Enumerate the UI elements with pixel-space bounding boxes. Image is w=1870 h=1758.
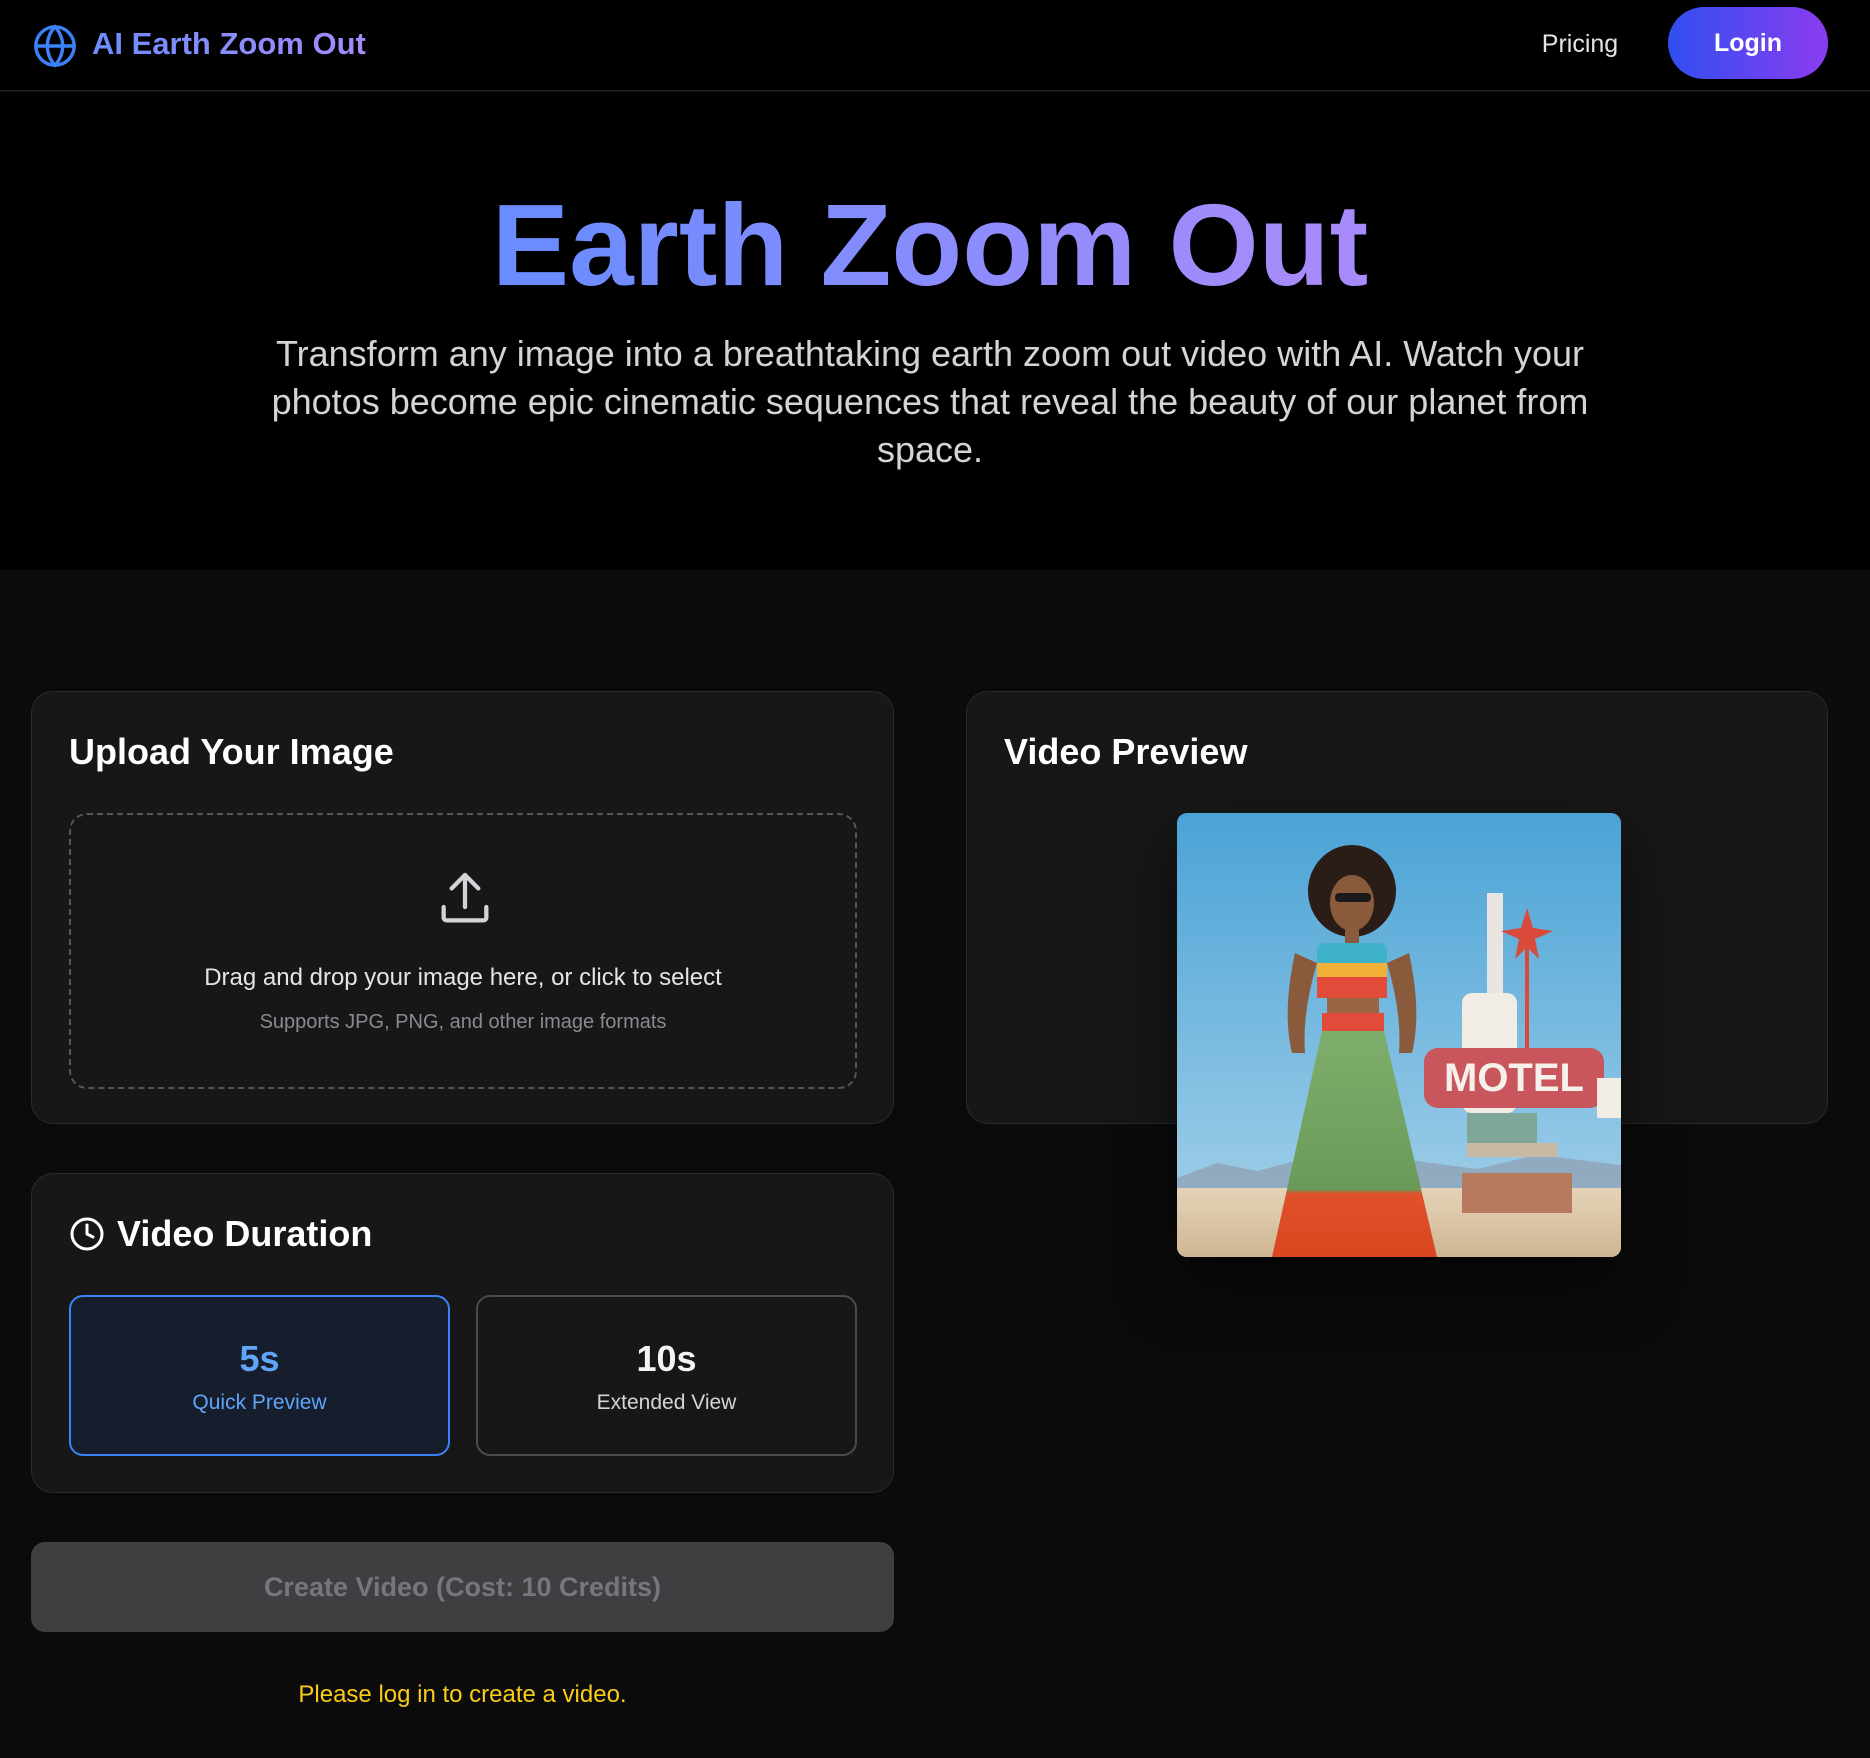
duration-label: Extended View [596,1391,737,1414]
main-content: Upload Your Image Drag and drop your ima… [0,570,1870,1758]
duration-card: Video Duration 5s Quick Preview 10s Exte… [31,1173,894,1493]
duration-value: 5s [239,1338,280,1379]
logo-text[interactable]: AI Earth Zoom Out [92,24,366,64]
nav-pricing-link[interactable]: Pricing [1530,24,1630,64]
login-required-note: Please log in to create a video. [298,1681,627,1708]
top-nav: AI Earth Zoom Out Pricing Login [0,0,1870,91]
motel-sign-text: MOTEL [1444,1056,1584,1100]
dropzone-text: Drag and drop your image here, or click … [204,964,722,991]
preview-image[interactable]: MOTEL [1177,813,1621,1257]
clock-icon [70,1217,104,1251]
hero-section: Earth Zoom Out Transform any image into … [0,92,1870,570]
duration-value: 10s [636,1338,697,1379]
upload-title: Upload Your Image [69,731,394,772]
duration-option-10s[interactable]: 10s Extended View [476,1295,857,1456]
preview-title: Video Preview [1004,731,1248,772]
create-video-button[interactable]: Create Video (Cost: 10 Credits) [31,1542,894,1632]
duration-option-5s[interactable]: 5s Quick Preview [69,1295,450,1456]
preview-photo: MOTEL [1177,813,1621,1257]
login-button[interactable]: Login [1668,7,1828,79]
upload-dropzone[interactable]: Drag and drop your image here, or click … [69,813,857,1089]
dropzone-hint: Supports JPG, PNG, and other image forma… [259,1011,667,1033]
duration-title: Video Duration [117,1213,373,1254]
globe-icon[interactable] [32,23,78,69]
hero-title: Earth Zoom Out [0,180,1860,310]
upload-card: Upload Your Image Drag and drop your ima… [31,691,894,1124]
preview-card: Video Preview MOTEL [966,691,1828,1257]
duration-label: Quick Preview [192,1391,327,1414]
hero-subtitle: Transform any image into a breathtaking … [271,333,1589,470]
upload-icon [441,872,489,923]
